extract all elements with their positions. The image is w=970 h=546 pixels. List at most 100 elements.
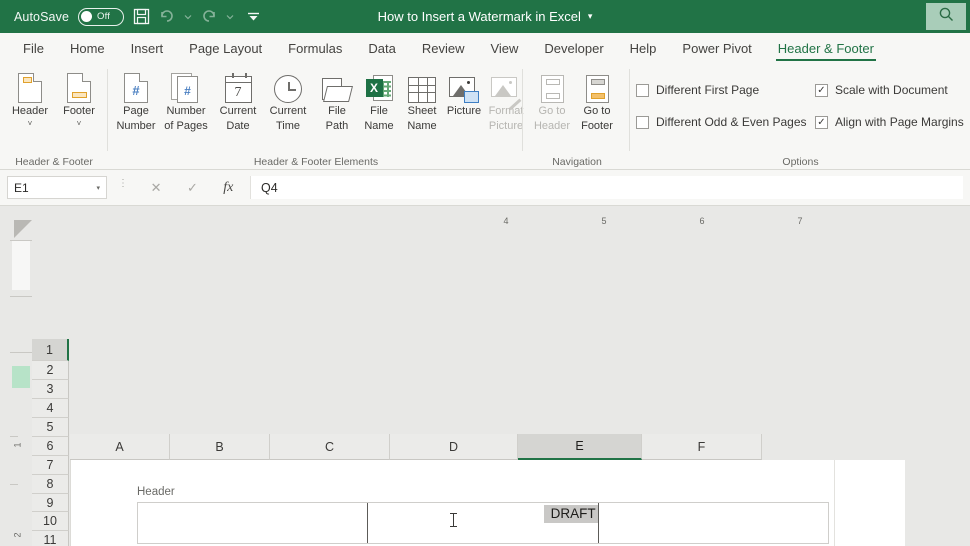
- checkbox-box: [636, 115, 649, 129]
- checkbox-label: Align with Page Margins: [835, 115, 964, 129]
- group-label-navigation: Navigation: [552, 156, 602, 168]
- autosave-toggle-knob: [81, 11, 93, 22]
- column-header-c[interactable]: C: [270, 434, 390, 460]
- tab-home[interactable]: Home: [57, 33, 118, 63]
- horizontal-ruler-numbers-right: 4 5 6 7: [70, 212, 905, 234]
- formula-bar: E1 ▾ ⋮ ✕ ✓ fx Q4: [0, 170, 970, 206]
- save-icon[interactable]: [133, 8, 150, 25]
- folder-icon: [322, 69, 353, 103]
- column-header-e[interactable]: E: [518, 434, 642, 460]
- row-header-8[interactable]: 8: [32, 475, 69, 494]
- search-button[interactable]: [926, 3, 966, 30]
- title-dropdown-caret-icon[interactable]: ▾: [588, 11, 593, 22]
- row-header-7[interactable]: 7: [32, 456, 69, 475]
- header-right-section[interactable]: [599, 503, 828, 543]
- name-box-caret-icon[interactable]: ▾: [96, 184, 100, 192]
- current-time-button[interactable]: Current Time: [263, 69, 313, 132]
- ruler-number: 5: [601, 216, 607, 226]
- tab-developer[interactable]: Developer: [531, 33, 616, 63]
- column-header-a[interactable]: A: [70, 434, 170, 460]
- row-header-4[interactable]: 4: [32, 399, 69, 418]
- group-label-header-footer: Header & Footer: [15, 156, 93, 168]
- page-number-icon: #: [124, 69, 148, 103]
- number-of-pages-icon: #: [171, 69, 201, 103]
- vruler-number: 1: [12, 442, 23, 448]
- checkbox-label: Different Odd & Even Pages: [656, 115, 807, 129]
- number-of-pages-button[interactable]: # Number of Pages: [161, 69, 211, 132]
- tab-review[interactable]: Review: [409, 33, 478, 63]
- document-title[interactable]: How to Insert a Watermark in Excel: [378, 9, 581, 24]
- ruler-number: 7: [797, 216, 803, 226]
- column-header-d[interactable]: D: [390, 434, 518, 460]
- checkbox-box: [636, 83, 649, 97]
- quick-access-toolbar: AutoSave Off: [0, 7, 260, 26]
- tab-view[interactable]: View: [477, 33, 531, 63]
- header-edit-box[interactable]: DRAFT: [137, 502, 829, 544]
- row-header-2[interactable]: 2: [32, 361, 69, 380]
- ribbon: Header ˅ Footer ˅ Header & Footer # Page…: [0, 63, 970, 170]
- autosave-toggle[interactable]: Off: [78, 7, 125, 26]
- select-all-triangle-icon[interactable]: [14, 220, 32, 238]
- footer-dropdown-caret-icon[interactable]: ˅: [77, 119, 82, 128]
- customize-quick-access-icon[interactable]: [247, 12, 260, 22]
- picture-icon: [449, 69, 479, 103]
- tab-insert[interactable]: Insert: [118, 33, 177, 63]
- checkbox-scale-with-document[interactable]: ✓ Scale with Document: [815, 83, 948, 97]
- name-box[interactable]: E1 ▾: [7, 176, 107, 199]
- header-dropdown-caret-icon[interactable]: ˅: [28, 119, 33, 128]
- tab-formulas[interactable]: Formulas: [275, 33, 355, 63]
- column-header-b[interactable]: B: [170, 434, 270, 460]
- row-header-1[interactable]: 1: [32, 339, 69, 361]
- page-right-edge: [834, 460, 835, 546]
- row-header-6[interactable]: 6: [32, 437, 69, 456]
- header-button[interactable]: Header ˅: [5, 69, 55, 128]
- formula-input[interactable]: Q4: [250, 176, 963, 199]
- footer-button-label: Footer: [63, 105, 95, 117]
- tab-page-layout[interactable]: Page Layout: [176, 33, 275, 63]
- tab-help[interactable]: Help: [617, 33, 670, 63]
- row-header-10[interactable]: 10: [32, 512, 69, 531]
- footer-button[interactable]: Footer ˅: [54, 69, 104, 128]
- redo-dropdown-caret-icon[interactable]: [226, 14, 234, 20]
- go-to-footer-button[interactable]: Go to Footer: [572, 69, 622, 132]
- row-header-9[interactable]: 9: [32, 494, 69, 512]
- footer-page-icon: [67, 69, 91, 103]
- formula-bar-grip[interactable]: ⋮: [118, 179, 128, 189]
- enter-icon[interactable]: ✓: [187, 180, 198, 196]
- sheet-grid-icon: [408, 69, 436, 103]
- column-header-f[interactable]: F: [642, 434, 762, 460]
- vruler-number: 2: [12, 532, 23, 538]
- header-area-label: Header: [137, 486, 175, 498]
- checkbox-align-with-page-margins[interactable]: ✓ Align with Page Margins: [815, 115, 964, 129]
- tab-power-pivot[interactable]: Power Pivot: [669, 33, 764, 63]
- header-center-section[interactable]: DRAFT: [367, 503, 599, 543]
- checkbox-different-odd-even-pages[interactable]: Different Odd & Even Pages: [636, 115, 807, 129]
- undo-icon[interactable]: [159, 9, 175, 24]
- format-picture-icon: [491, 69, 522, 110]
- tab-data[interactable]: Data: [355, 33, 408, 63]
- tab-file[interactable]: File: [10, 33, 57, 63]
- group-divider: [522, 69, 523, 151]
- cancel-icon[interactable]: ✕: [151, 180, 162, 196]
- ruler-number: 4: [503, 216, 509, 226]
- ribbon-group-navigation: Go to Header Go to Footer Navigation: [524, 63, 630, 170]
- vertical-ruler[interactable]: 1 2: [10, 240, 32, 546]
- undo-dropdown-caret-icon[interactable]: [184, 14, 192, 20]
- header-left-section[interactable]: [138, 503, 367, 543]
- row-header-11[interactable]: 11: [32, 531, 69, 546]
- row-header-5[interactable]: 5: [32, 418, 69, 437]
- row-header-3[interactable]: 3: [32, 380, 69, 399]
- clock-icon: [274, 69, 302, 103]
- checkbox-box: ✓: [815, 83, 828, 97]
- redo-icon[interactable]: [201, 9, 217, 24]
- ribbon-group-options: Different First Page Different Odd & Eve…: [631, 63, 970, 170]
- worksheet-area: 1 2 3 4 5 6 7 1 2: [0, 206, 970, 546]
- header-center-text[interactable]: DRAFT: [543, 504, 598, 523]
- current-date-button[interactable]: 7 Current Date: [213, 69, 263, 132]
- checkbox-different-first-page[interactable]: Different First Page: [636, 83, 759, 97]
- page-number-button[interactable]: # Page Number: [111, 69, 161, 132]
- insert-function-icon[interactable]: fx: [223, 180, 233, 196]
- header-button-label: Header: [11, 105, 49, 117]
- autosave-state-label: Off: [97, 11, 111, 22]
- tab-header-footer[interactable]: Header & Footer: [765, 33, 887, 63]
